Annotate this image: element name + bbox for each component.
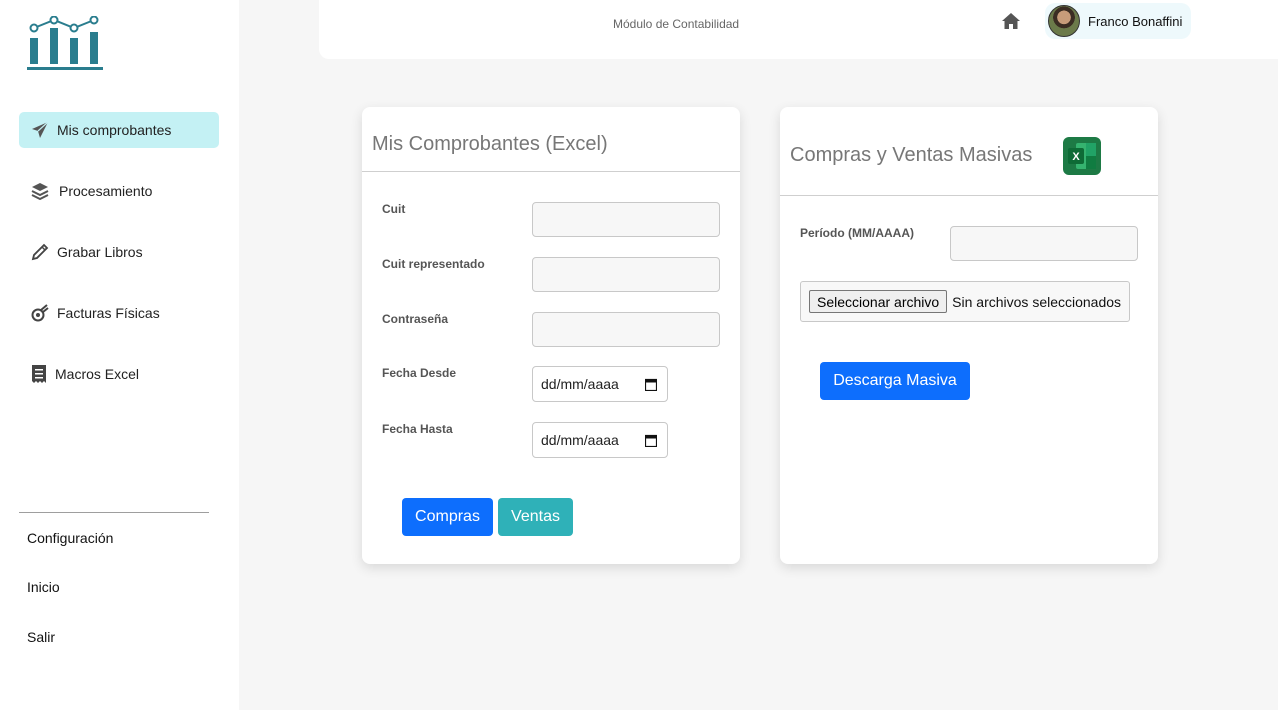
inicio-link[interactable]: Inicio (27, 579, 60, 595)
compras-button[interactable]: Compras (402, 498, 493, 536)
sidebar-item-label: Grabar Libros (57, 244, 143, 260)
sidebar-item-label: Macros Excel (55, 366, 140, 382)
cuit-input[interactable] (532, 202, 720, 237)
contrasena-input[interactable] (532, 312, 720, 347)
calendar-icon[interactable] (644, 378, 658, 392)
pencil-icon (23, 243, 57, 261)
descarga-masiva-button[interactable]: Descarga Masiva (820, 362, 970, 400)
fecha-desde-label: Fecha Desde (382, 366, 457, 380)
sidebar-divider (19, 512, 209, 513)
periodo-input[interactable] (950, 226, 1138, 261)
sidebar-item-macros-excel[interactable]: Macros Excel (19, 356, 219, 392)
fecha-hasta-input[interactable]: dd/mm/aaaa (532, 422, 668, 458)
user-profile-chip[interactable]: Franco Bonaffini (1045, 3, 1191, 39)
fecha-desde-input[interactable]: dd/mm/aaaa (532, 366, 668, 402)
mis-comprobantes-card: Mis Comprobantes (Excel) Cuit Cuit repre… (362, 107, 740, 564)
calendar-icon[interactable] (644, 434, 658, 448)
file-input[interactable]: Seleccionar archivo Sin archivos selecci… (800, 281, 1130, 322)
top-header: Módulo de Contabilidad Franco Bonaffini (319, 0, 1278, 59)
cuit-representado-label: Cuit representado (382, 257, 485, 271)
excel-icon: X (1062, 136, 1102, 176)
cuit-label: Cuit (382, 202, 406, 216)
card-title: Compras y Ventas Masivas (790, 144, 1033, 166)
svg-text:X: X (1072, 151, 1080, 163)
sidebar-item-grabar-libros[interactable]: Grabar Libros (19, 234, 219, 270)
user-name: Franco Bonaffini (1088, 13, 1183, 29)
sidebar-item-label: Facturas Físicas (57, 305, 160, 321)
fecha-hasta-label: Fecha Hasta (382, 422, 453, 436)
sidebar-item-label: Procesamiento (59, 183, 153, 199)
card-divider (780, 195, 1158, 196)
paper-plane-icon (23, 121, 57, 139)
salir-link[interactable]: Salir (27, 629, 55, 645)
avatar (1048, 5, 1080, 37)
configuracion-link[interactable]: Configuración (27, 530, 113, 546)
home-icon[interactable] (1001, 11, 1021, 31)
comet-icon (23, 304, 57, 322)
periodo-label: Período (MM/AAAA) (800, 226, 914, 240)
sidebar-item-facturas-fisicas[interactable]: Facturas Físicas (19, 295, 219, 331)
select-file-button[interactable]: Seleccionar archivo (809, 290, 948, 313)
card-title: Mis Comprobantes (Excel) (372, 133, 608, 155)
compras-ventas-masivas-card: Compras y Ventas Masivas X Período (MM/A… (780, 107, 1158, 564)
sidebar-item-label: Mis comprobantes (57, 122, 172, 138)
layers-icon (23, 182, 57, 200)
cuit-representado-input[interactable] (532, 257, 720, 292)
module-title: Módulo de Contabilidad (613, 17, 740, 31)
contrasena-label: Contraseña (382, 312, 449, 326)
date-value: dd/mm/aaaa (541, 376, 619, 392)
sidebar: Mis comprobantes Procesamiento Grabar Li… (0, 0, 239, 710)
date-value: dd/mm/aaaa (541, 432, 619, 448)
card-divider (362, 171, 740, 172)
bar-chart-logo-icon[interactable] (26, 15, 106, 74)
sidebar-item-mis-comprobantes[interactable]: Mis comprobantes (19, 112, 219, 148)
receipt-icon (23, 364, 55, 384)
file-status-text: Sin archivos seleccionados (952, 293, 1122, 310)
ventas-button[interactable]: Ventas (498, 498, 573, 536)
sidebar-item-procesamiento[interactable]: Procesamiento (19, 173, 219, 209)
